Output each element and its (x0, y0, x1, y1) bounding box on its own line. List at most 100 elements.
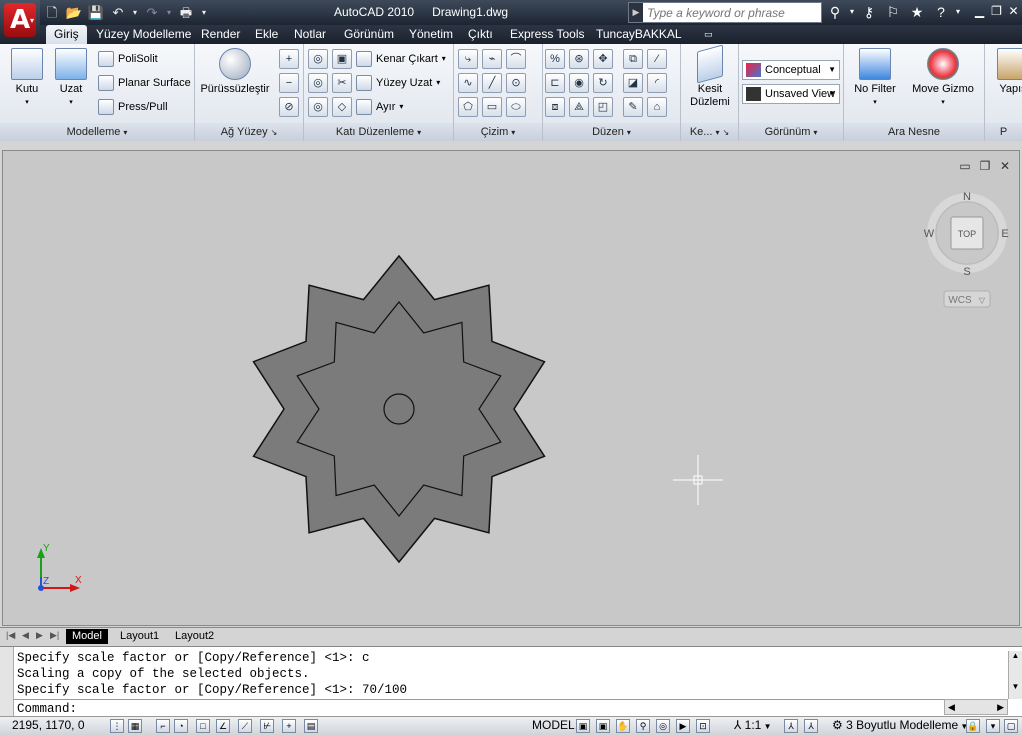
prev-layout-icon[interactable]: ◀ (22, 630, 29, 641)
3d-scale-icon[interactable]: ⟁ (569, 97, 589, 117)
ellipse-icon[interactable]: ⬭ (506, 97, 526, 117)
move-gizmo-button[interactable]: Move Gizmo ▾ (910, 48, 976, 109)
tab-express-tools[interactable]: Express Tools (502, 25, 592, 44)
3d-array-icon[interactable]: ◉ (569, 73, 589, 93)
dynamic-ucs-icon[interactable]: ⊬ (260, 719, 274, 733)
planar-surface-button[interactable]: Planar Surface (98, 73, 191, 93)
panel-kati-duzenleme-title[interactable]: Katı Düzenleme ▾ (304, 123, 453, 141)
close-icon[interactable]: ✕ (1006, 4, 1021, 19)
open-file-icon[interactable]: 📂 (64, 4, 84, 22)
trim-icon[interactable]: ⁄ (647, 49, 667, 69)
minimize-icon[interactable]: ▁ (972, 4, 987, 19)
3d-object-snap-icon[interactable]: ∠ (216, 719, 230, 733)
mesh-refine-add-icon[interactable]: + (279, 49, 299, 69)
grid-display-icon[interactable]: ▦ (128, 719, 142, 733)
panel-duzen-title[interactable]: Düzen ▾ (543, 123, 680, 141)
3d-move-icon[interactable]: ✥ (593, 49, 613, 69)
tab-giris[interactable]: Giriş (46, 25, 87, 44)
command-scrollbar[interactable]: ▲ ▼ (1008, 651, 1022, 699)
first-layout-icon[interactable]: |◀ (6, 630, 15, 641)
copy-icon[interactable]: ⧉ (623, 49, 643, 69)
steering-wheel-icon[interactable]: ◎ (656, 719, 670, 733)
slice-icon[interactable]: ✂ (332, 73, 352, 93)
new-file-icon[interactable]: 🗋 (42, 4, 62, 22)
arc-icon[interactable]: ⌒ (506, 49, 526, 69)
dynamic-input-icon[interactable]: + (282, 719, 296, 733)
tab-model[interactable]: Model (66, 629, 108, 644)
ortho-mode-icon[interactable]: ⌐ (156, 719, 170, 733)
search-binoculars-icon[interactable]: ⚲ (824, 2, 846, 22)
next-layout-icon[interactable]: ▶ (36, 630, 43, 641)
ayir-button[interactable]: Ayır ▾ (356, 97, 403, 117)
no-filter-button[interactable]: No Filter ▾ (850, 48, 900, 109)
panel-gorunum-title[interactable]: Görünüm ▾ (739, 123, 843, 141)
ribbon-minimize-icon[interactable]: ▭ (696, 25, 721, 44)
model-space-toggle[interactable]: MODEL (532, 717, 575, 735)
scroll-right-icon[interactable]: ▶ (997, 700, 1004, 714)
maximize-viewport-icon[interactable]: ⊡ (696, 719, 710, 733)
tab-yuzey-modelleme[interactable]: Yüzey Modelleme (88, 25, 199, 44)
help-icon[interactable]: ? (930, 2, 952, 22)
favorites-star-icon[interactable]: ★ (906, 2, 928, 22)
status-menu-icon[interactable]: ▾ (986, 719, 1000, 733)
polar-tracking-icon[interactable]: ◔ (174, 719, 188, 733)
scroll-down-icon[interactable]: ▼ (1009, 682, 1022, 691)
explode-icon[interactable]: ⌂ (647, 97, 667, 117)
panel-cizim-title[interactable]: Çizim ▾ (454, 123, 542, 141)
tab-cikti[interactable]: Çıktı (460, 25, 501, 44)
search-input[interactable] (643, 5, 813, 20)
quick-view-drawings-icon[interactable]: ▣ (596, 719, 610, 733)
3d-polyline-icon[interactable]: ⌁ (482, 49, 502, 69)
interfere-icon[interactable]: ▣ (332, 49, 352, 69)
redo-dropdown-icon[interactable]: ▾ (164, 4, 174, 22)
object-snap-icon[interactable]: □ (196, 719, 210, 733)
help-dropdown-icon[interactable]: ▾ (954, 2, 962, 22)
tab-gorunum[interactable]: Görünüm (336, 25, 402, 44)
uzat-button[interactable]: Uzat ▾ (52, 48, 90, 109)
workspace-switch[interactable]: ⚙ 3 Boyutlu Modelleme ▼ (832, 717, 968, 735)
press-pull-button[interactable]: Press/Pull (98, 97, 168, 117)
kesit-duzlemi-button[interactable]: Kesit Düzlemi (686, 44, 734, 109)
communication-center-icon[interactable]: ⚐ (882, 2, 904, 22)
snap-mode-icon[interactable]: ⋮ (110, 719, 124, 733)
last-layout-icon[interactable]: ▶| (50, 630, 59, 641)
rotate-icon[interactable]: ↻ (593, 73, 613, 93)
search-expand-icon[interactable]: ▶ (629, 3, 643, 22)
polygon-icon[interactable]: ⬠ (458, 97, 478, 117)
circle-icon[interactable]: ⊙ (506, 73, 526, 93)
binoculars-dropdown-icon[interactable]: ▾ (848, 2, 856, 22)
subscription-key-icon[interactable]: ⚷ (858, 2, 880, 22)
panel-ag-yuzey-title[interactable]: Ağ Yüzey ↘ (195, 123, 303, 141)
thicken-icon[interactable]: ◇ (332, 97, 352, 117)
tab-tuncaybakkal[interactable]: TuncayBAKKAL (588, 25, 690, 44)
polyline-icon[interactable]: ⤷ (458, 49, 478, 69)
yapis-button[interactable]: Yapış (993, 48, 1022, 96)
3d-rotate-icon[interactable]: ⊛ (569, 49, 589, 69)
showmotion-icon[interactable]: ▶ (676, 719, 690, 733)
panel-modelleme-title[interactable]: Modelleme ▾ (0, 123, 194, 141)
tab-yonetim[interactable]: Yönetim (401, 25, 461, 44)
tab-layout2[interactable]: Layout2 (169, 629, 220, 644)
scroll-up-icon[interactable]: ▲ (1009, 651, 1022, 660)
panel-kesit-title[interactable]: Ke... ▾ ↘ (681, 123, 738, 141)
toolbar-lock-icon[interactable]: 🔒 (966, 719, 980, 733)
scroll-left-icon[interactable]: ◀ (948, 700, 955, 714)
mesh-refine-remove-icon[interactable]: − (279, 73, 299, 93)
stretch-icon[interactable]: ◪ (623, 73, 643, 93)
tab-layout1[interactable]: Layout1 (114, 629, 165, 644)
plot-icon[interactable]: 🖶 (176, 4, 196, 22)
restore-icon[interactable]: ❐ (989, 4, 1004, 19)
tab-render[interactable]: Render (193, 25, 248, 44)
tab-notlar[interactable]: Notlar (286, 25, 334, 44)
tab-ekle[interactable]: Ekle (247, 25, 286, 44)
quick-view-layouts-icon[interactable]: ▣ (576, 719, 590, 733)
kutu-button[interactable]: Kutu ▾ (8, 48, 46, 109)
named-view-dropdown[interactable]: Unsaved View ▼ (742, 84, 840, 104)
scale-icon[interactable]: ◰ (593, 97, 613, 117)
command-prompt[interactable]: Command: (17, 701, 77, 717)
undo-icon[interactable]: ↶ (108, 4, 128, 22)
annotation-visibility-icon[interactable]: ⅄ (784, 719, 798, 733)
3d-align-icon[interactable]: ⊏ (545, 73, 565, 93)
spline-icon[interactable]: ∿ (458, 73, 478, 93)
subtract-icon[interactable]: ◎ (308, 73, 328, 93)
